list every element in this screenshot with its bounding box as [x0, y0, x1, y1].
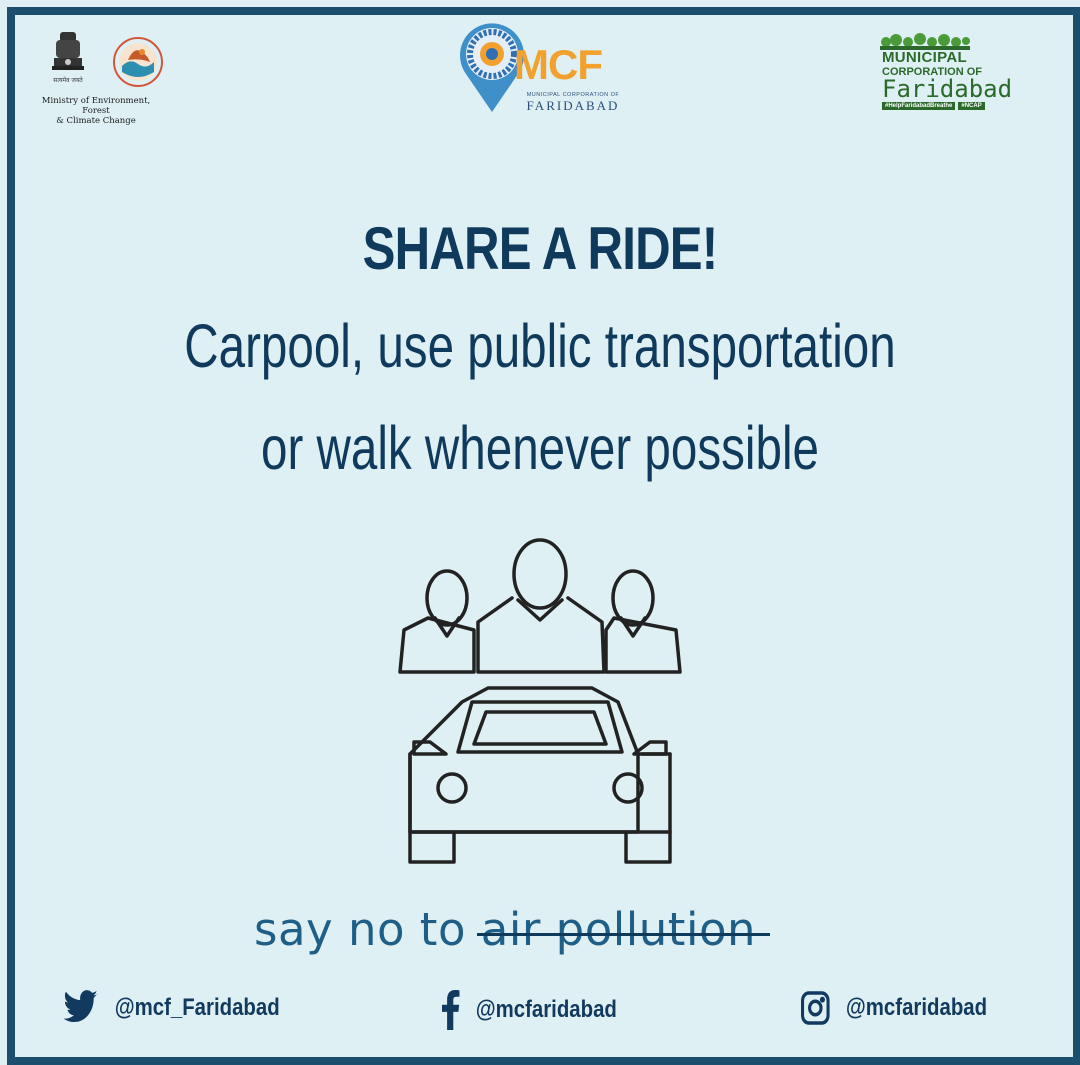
twitter-handle[interactable]: @mcf_Faridabad: [115, 994, 280, 1022]
mcfr-tag-ncap: #NCAP: [958, 102, 985, 110]
social-instagram[interactable]: @mcfaridabad: [800, 990, 987, 1026]
headline-title: SHARE A RIDE!: [362, 215, 719, 282]
svg-text:सत्यमेव जयते: सत्यमेव जयते: [53, 76, 83, 84]
mcf-logo: MCF MUNICIPAL CORPORATION OF FARIDABAD: [448, 16, 638, 118]
trees-skyline-icon: [880, 33, 970, 50]
ashoka-emblem-icon: सत्यमेव जयते: [52, 32, 84, 84]
mcfr-tag-help: #HelpFaridabadBreathe: [882, 102, 956, 110]
slogan-text: say no to: [254, 903, 481, 956]
headline-line2: or walk whenever possible: [260, 414, 820, 482]
facebook-handle[interactable]: @mcfaridabad: [476, 996, 617, 1024]
mcf-faridabad-logo: MUNICIPAL CORPORATION OF Faridabad #Help…: [878, 32, 1043, 122]
mcfr-line1: MUNICIPAL: [882, 49, 967, 66]
mcfr-line3: Faridabad: [882, 75, 1013, 103]
mcf-city: FARIDABAD: [526, 98, 620, 113]
mcf-abbrev: MCF: [514, 41, 603, 88]
slogan-struck-text: air pollution: [480, 903, 757, 956]
ministry-name: Ministry of Environment, Forest & Climat…: [36, 96, 156, 126]
twitter-icon: [63, 990, 98, 1023]
social-twitter[interactable]: @mcf_Faridabad: [62, 990, 280, 1026]
mcfr-tags: #HelpFaridabadBreathe #NCAP: [882, 102, 985, 110]
ministry-name-line1: Ministry of Environment, Forest: [41, 96, 151, 116]
moefcc-logo-icon: [113, 37, 163, 87]
headline-line1: Carpool, use public transportation: [184, 312, 896, 380]
ministry-name-line2: & Climate Change: [56, 116, 136, 126]
carpool-illustration: [390, 532, 690, 872]
social-facebook[interactable]: @mcfaridabad: [440, 990, 617, 1030]
ministry-logo-block: सत्यमेव जयते Ministry of Environment, Fo…: [36, 22, 176, 126]
slogan: say no to air pollution: [254, 903, 756, 956]
people-icon: [398, 538, 682, 674]
instagram-handle[interactable]: @mcfaridabad: [846, 994, 987, 1022]
facebook-icon: [442, 990, 460, 1030]
car-icon: [408, 686, 672, 864]
instagram-icon: [801, 991, 830, 1025]
